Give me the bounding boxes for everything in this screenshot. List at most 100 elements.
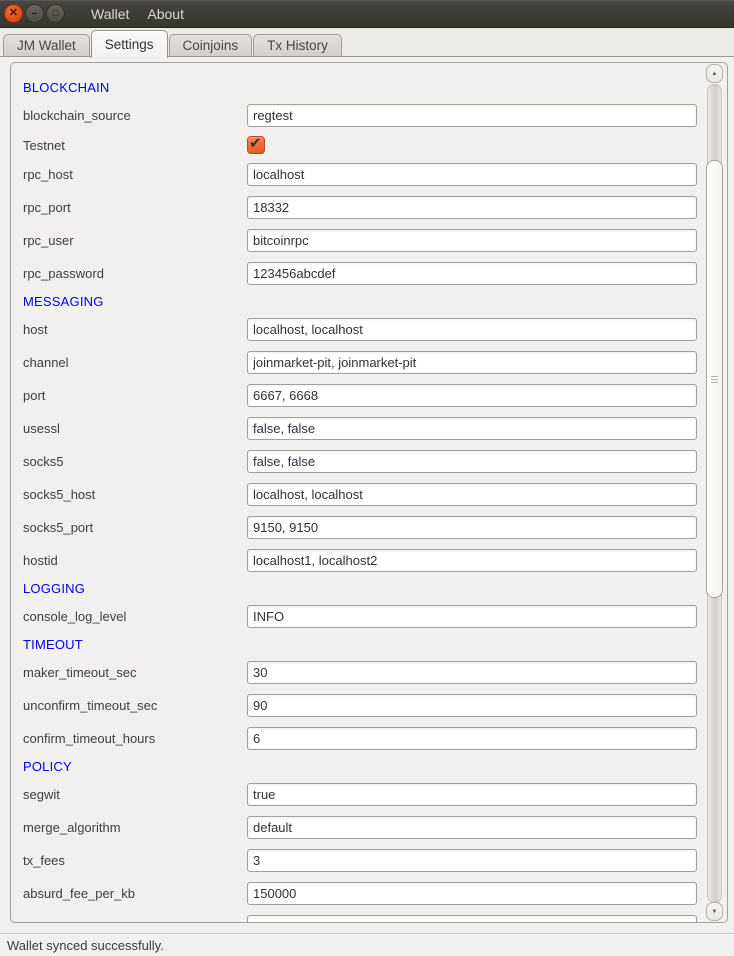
tab-coinjoins[interactable]: Coinjoins [169, 34, 253, 57]
field-label: channel [23, 355, 247, 370]
field-input-usessl[interactable] [247, 417, 697, 440]
form-row-rpc-user: rpc_user [23, 224, 727, 257]
section-header-messaging: MESSAGING [23, 290, 727, 313]
testnet-checkbox[interactable]: ✔ [247, 136, 265, 154]
form-row-socks5: socks5 [23, 445, 727, 478]
field-label: merge_algorithm [23, 820, 247, 835]
field-input-unconfirm-timeout-sec[interactable] [247, 694, 697, 717]
form-row-rpc-port: rpc_port [23, 191, 727, 224]
field-label: hostid [23, 553, 247, 568]
form-row-channel: channel [23, 346, 727, 379]
section-header-logging: LOGGING [23, 577, 727, 600]
menu-item-about[interactable]: About [147, 6, 184, 22]
maximize-icon: □ [53, 9, 58, 18]
field-input-blockchain-source[interactable] [247, 104, 697, 127]
field-label: rpc_user [23, 233, 247, 248]
field-input-merge-algorithm[interactable] [247, 816, 697, 839]
field-input-rpc-host[interactable] [247, 163, 697, 186]
tab-settings[interactable]: Settings [91, 30, 168, 58]
status-bar: Wallet synced successfully. [0, 933, 734, 956]
field-input-socks5[interactable] [247, 450, 697, 473]
settings-form: BLOCKCHAIN blockchain_source Testnet ✔ r… [11, 63, 727, 923]
field-input-rpc-password[interactable] [247, 262, 697, 285]
field-label: segwit [23, 787, 247, 802]
section-header-blockchain: BLOCKCHAIN [23, 76, 727, 99]
field-input-socks5-port[interactable] [247, 516, 697, 539]
form-row-segwit: segwit [23, 778, 727, 811]
field-input-console-log-level[interactable] [247, 605, 697, 628]
minimize-button[interactable]: – [25, 4, 44, 23]
field-input-channel[interactable] [247, 351, 697, 374]
field-label: port [23, 388, 247, 403]
field-input-rpc-user[interactable] [247, 229, 697, 252]
field-input-rpc-port[interactable] [247, 196, 697, 219]
tab-tx-history[interactable]: Tx History [253, 34, 342, 57]
field-input-hostid[interactable] [247, 549, 697, 572]
field-input-maker-timeout-sec[interactable] [247, 661, 697, 684]
form-row-console-log-level: console_log_level [23, 600, 727, 633]
field-label: socks5_port [23, 520, 247, 535]
status-text: Wallet synced successfully. [7, 938, 164, 953]
settings-frame: BLOCKCHAIN blockchain_source Testnet ✔ r… [10, 62, 728, 923]
form-row-partial [23, 915, 727, 923]
field-label: absurd_fee_per_kb [23, 886, 247, 901]
field-label: tx_fees [23, 853, 247, 868]
scrollbar-thumb[interactable] [706, 160, 723, 598]
form-row-rpc-password: rpc_password [23, 257, 727, 290]
form-row-tx-fees: tx_fees [23, 844, 727, 877]
form-row-testnet: Testnet ✔ [23, 132, 727, 158]
scrollbar-up-button[interactable]: ▲ [706, 64, 723, 83]
close-icon: ✕ [9, 8, 18, 19]
scroll-up-icon: ▲ [712, 71, 718, 77]
form-row-socks5-port: socks5_port [23, 511, 727, 544]
app-window: ✕ – □ Wallet About JM Wallet Settings Co… [0, 0, 734, 956]
check-icon: ✔ [249, 134, 262, 152]
field-input-partial[interactable] [247, 915, 697, 923]
field-input-host[interactable] [247, 318, 697, 341]
form-row-hostid: hostid [23, 544, 727, 577]
field-label: maker_timeout_sec [23, 665, 247, 680]
scrollbar-grip [711, 379, 718, 380]
form-row-unconfirm-timeout-sec: unconfirm_timeout_sec [23, 689, 727, 722]
form-row-confirm-timeout-hours: confirm_timeout_hours [23, 722, 727, 755]
field-label: blockchain_source [23, 108, 247, 123]
form-row-merge-algorithm: merge_algorithm [23, 811, 727, 844]
field-input-port[interactable] [247, 384, 697, 407]
form-row-blockchain-source: blockchain_source [23, 99, 727, 132]
form-row-absurd-fee-per-kb: absurd_fee_per_kb [23, 877, 727, 910]
title-bar: ✕ – □ Wallet About [0, 0, 734, 28]
form-row-socks5-host: socks5_host [23, 478, 727, 511]
section-header-policy: POLICY [23, 755, 727, 778]
field-label: console_log_level [23, 609, 247, 624]
field-input-confirm-timeout-hours[interactable] [247, 727, 697, 750]
form-row-rpc-host: rpc_host [23, 158, 727, 191]
scroll-down-icon: ▼ [712, 909, 718, 915]
tab-bar: JM Wallet Settings Coinjoins Tx History [0, 28, 734, 57]
field-label: rpc_password [23, 266, 247, 281]
scrollbar-down-button[interactable]: ▼ [706, 902, 723, 921]
menu-item-wallet[interactable]: Wallet [91, 6, 129, 22]
minimize-icon: – [32, 9, 38, 19]
field-label: usessl [23, 421, 247, 436]
section-header-timeout: TIMEOUT [23, 633, 727, 656]
menu-bar: Wallet About [91, 6, 184, 22]
maximize-button[interactable]: □ [46, 4, 65, 23]
close-button[interactable]: ✕ [4, 4, 23, 23]
field-label [23, 915, 247, 923]
field-label: confirm_timeout_hours [23, 731, 247, 746]
field-input-socks5-host[interactable] [247, 483, 697, 506]
form-row-usessl: usessl [23, 412, 727, 445]
field-label: socks5_host [23, 487, 247, 502]
field-label: rpc_host [23, 167, 247, 182]
form-row-port: port [23, 379, 727, 412]
field-input-tx-fees[interactable] [247, 849, 697, 872]
field-input-segwit[interactable] [247, 783, 697, 806]
field-input-absurd-fee-per-kb[interactable] [247, 882, 697, 905]
settings-pane: BLOCKCHAIN blockchain_source Testnet ✔ r… [0, 57, 734, 933]
vertical-scrollbar: ▲ ▼ [705, 64, 724, 921]
field-label: rpc_port [23, 200, 247, 215]
field-label: socks5 [23, 454, 247, 469]
field-label: Testnet [23, 138, 247, 153]
form-row-maker-timeout-sec: maker_timeout_sec [23, 656, 727, 689]
tab-jm-wallet[interactable]: JM Wallet [3, 34, 90, 57]
